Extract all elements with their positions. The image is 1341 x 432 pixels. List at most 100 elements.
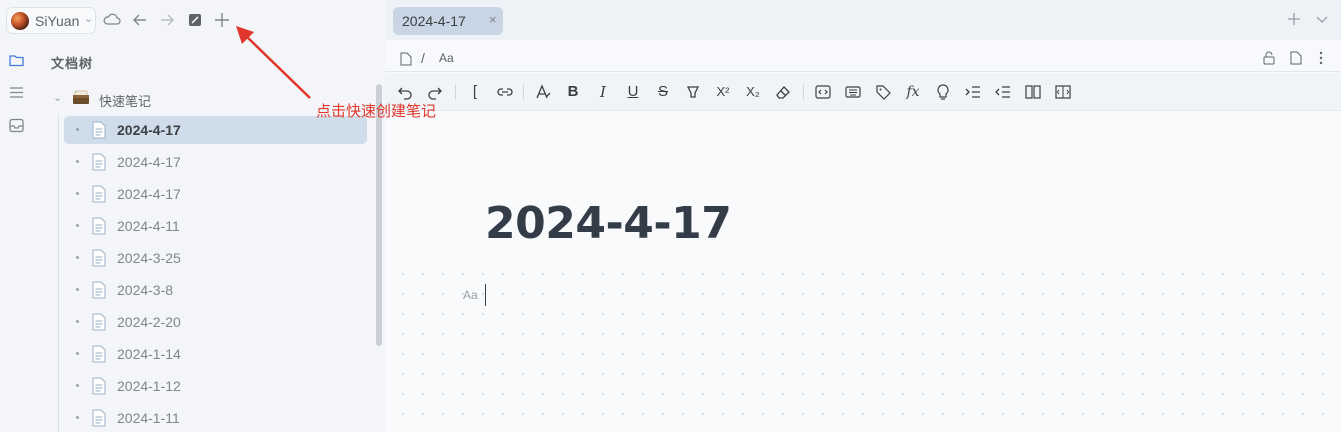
fullscreen-icon[interactable] bbox=[1053, 82, 1073, 102]
document-icon bbox=[91, 153, 107, 171]
document-icon bbox=[91, 249, 107, 267]
eraser-icon[interactable] bbox=[773, 82, 793, 102]
close-icon[interactable]: × bbox=[489, 12, 497, 27]
doc-tree-item[interactable]: 2024-4-17 bbox=[64, 148, 367, 176]
memo-icon[interactable] bbox=[933, 82, 953, 102]
bullet-icon bbox=[76, 384, 79, 387]
doc-tree-item-label: 2024-1-14 bbox=[117, 346, 181, 362]
quick-note-icon[interactable] bbox=[185, 10, 205, 30]
outdent-icon[interactable] bbox=[993, 82, 1013, 102]
breadcrumb-block-type[interactable]: Aa bbox=[439, 51, 454, 65]
bullet-icon bbox=[76, 352, 79, 355]
inline-code-icon[interactable] bbox=[813, 82, 833, 102]
sidebar-rail bbox=[0, 40, 33, 432]
doc-tree-item-label: 2024-3-25 bbox=[117, 250, 181, 266]
back-icon[interactable] bbox=[130, 10, 150, 30]
tab-document[interactable]: 2024-4-17 × bbox=[393, 7, 503, 35]
strikethrough-button[interactable]: S bbox=[653, 82, 673, 102]
formula-button[interactable]: fx bbox=[903, 82, 923, 102]
chevron-down-icon[interactable]: ⌄ bbox=[53, 91, 62, 104]
doc-tree-title: 文档树 bbox=[51, 56, 94, 71]
cloud-sync-icon[interactable] bbox=[102, 10, 122, 30]
doc-tree-item[interactable]: 2024-4-11 bbox=[64, 212, 367, 240]
avatar bbox=[11, 12, 29, 30]
file-tree-icon[interactable] bbox=[8, 52, 25, 69]
left-panel: SiYuan ⌄ 文档树 ⌄ 快速笔记 2024-4-17 2024-4-17 … bbox=[0, 0, 385, 432]
document-icon bbox=[91, 121, 107, 139]
doc-tree-item-label: 2024-4-11 bbox=[117, 218, 180, 234]
doc-tree-item[interactable]: 2024-1-11 bbox=[64, 404, 367, 432]
toolbar-divider bbox=[803, 85, 804, 99]
tab-bar: 2024-4-17 × bbox=[385, 0, 1341, 40]
bold-button[interactable]: B bbox=[563, 82, 583, 102]
annotation-arrow-icon bbox=[236, 26, 311, 99]
document-icon[interactable] bbox=[400, 52, 412, 66]
breadcrumb: / Aa bbox=[385, 40, 1341, 72]
bullet-icon bbox=[76, 416, 79, 419]
document-icon bbox=[91, 185, 107, 203]
bullet-icon bbox=[76, 288, 79, 291]
undo-icon[interactable] bbox=[395, 82, 415, 102]
tree-guide-line bbox=[58, 114, 59, 432]
doc-tree-item[interactable]: 2024-3-25 bbox=[64, 244, 367, 272]
underline-button[interactable]: U bbox=[623, 82, 643, 102]
document-icon bbox=[91, 377, 107, 395]
document-icon bbox=[91, 345, 107, 363]
doc-tree-item-label: 2024-2-20 bbox=[117, 314, 181, 330]
document-title[interactable]: 2024-4-17 bbox=[485, 198, 732, 249]
outline-icon[interactable] bbox=[8, 84, 25, 101]
redo-icon[interactable] bbox=[425, 82, 445, 102]
tag-icon[interactable] bbox=[873, 82, 893, 102]
tree-scrollbar[interactable] bbox=[376, 84, 382, 346]
font-style-icon[interactable] bbox=[533, 82, 553, 102]
tab-label: 2024-4-17 bbox=[402, 13, 466, 29]
doc-tree-item-label: 2024-4-17 bbox=[117, 122, 181, 138]
lock-icon[interactable] bbox=[1262, 51, 1276, 65]
document-info-icon[interactable] bbox=[1290, 51, 1302, 65]
format-toolbar: [ B I U S X² X₂ fx bbox=[385, 73, 1341, 111]
document-icon bbox=[91, 409, 107, 427]
toolbar-divider bbox=[455, 85, 456, 99]
bullet-icon bbox=[76, 320, 79, 323]
doc-tree-item[interactable]: 2024-4-17 bbox=[64, 180, 367, 208]
keyboard-icon[interactable] bbox=[843, 82, 863, 102]
new-tab-icon[interactable] bbox=[1285, 10, 1303, 28]
workspace-button[interactable]: SiYuan ⌄ bbox=[6, 7, 96, 34]
split-view-icon[interactable] bbox=[1023, 82, 1043, 102]
superscript-button[interactable]: X² bbox=[713, 82, 733, 102]
indent-icon[interactable] bbox=[963, 82, 983, 102]
document-icon bbox=[91, 313, 107, 331]
doc-tree-item-label: 2024-3-8 bbox=[117, 282, 174, 298]
block-type-icon[interactable]: Aa bbox=[463, 288, 478, 302]
document-icon bbox=[91, 217, 107, 235]
editor-area[interactable]: 2024-4-17 Aa bbox=[385, 112, 1341, 432]
more-icon[interactable] bbox=[1318, 51, 1324, 65]
breadcrumb-separator: / bbox=[421, 50, 425, 66]
doc-tree-item[interactable]: 2024-3-8 bbox=[64, 276, 367, 304]
editor-background bbox=[385, 260, 1341, 432]
doc-tree-item[interactable]: 2024-1-14 bbox=[64, 340, 367, 368]
link-icon[interactable] bbox=[495, 82, 515, 102]
card-box-icon bbox=[72, 89, 90, 105]
mark-icon[interactable] bbox=[683, 82, 703, 102]
document-icon bbox=[91, 281, 107, 299]
bullet-icon bbox=[76, 160, 79, 163]
forward-icon[interactable] bbox=[157, 10, 177, 30]
chevron-down-icon[interactable] bbox=[1313, 10, 1331, 28]
top-toolbar: SiYuan ⌄ bbox=[0, 0, 385, 40]
workspace-name: SiYuan bbox=[35, 13, 80, 29]
chevron-down-icon: ⌄ bbox=[84, 13, 94, 25]
subscript-button[interactable]: X₂ bbox=[743, 82, 763, 102]
bullet-icon bbox=[76, 224, 79, 227]
bullet-icon bbox=[76, 192, 79, 195]
doc-tree-item-label: 2024-4-17 bbox=[117, 154, 181, 170]
inbox-icon[interactable] bbox=[8, 117, 25, 134]
text-caret bbox=[485, 284, 486, 306]
doc-tree-item-label: 2024-1-11 bbox=[117, 410, 180, 426]
doc-tree-item[interactable]: 2024-2-20 bbox=[64, 308, 367, 336]
block-ref-button[interactable]: [ bbox=[465, 82, 485, 102]
doc-tree-item[interactable]: 2024-1-12 bbox=[64, 372, 367, 400]
doc-tree-item-label: 2024-1-12 bbox=[117, 378, 181, 394]
bullet-icon bbox=[76, 256, 79, 259]
italic-button[interactable]: I bbox=[593, 82, 613, 102]
